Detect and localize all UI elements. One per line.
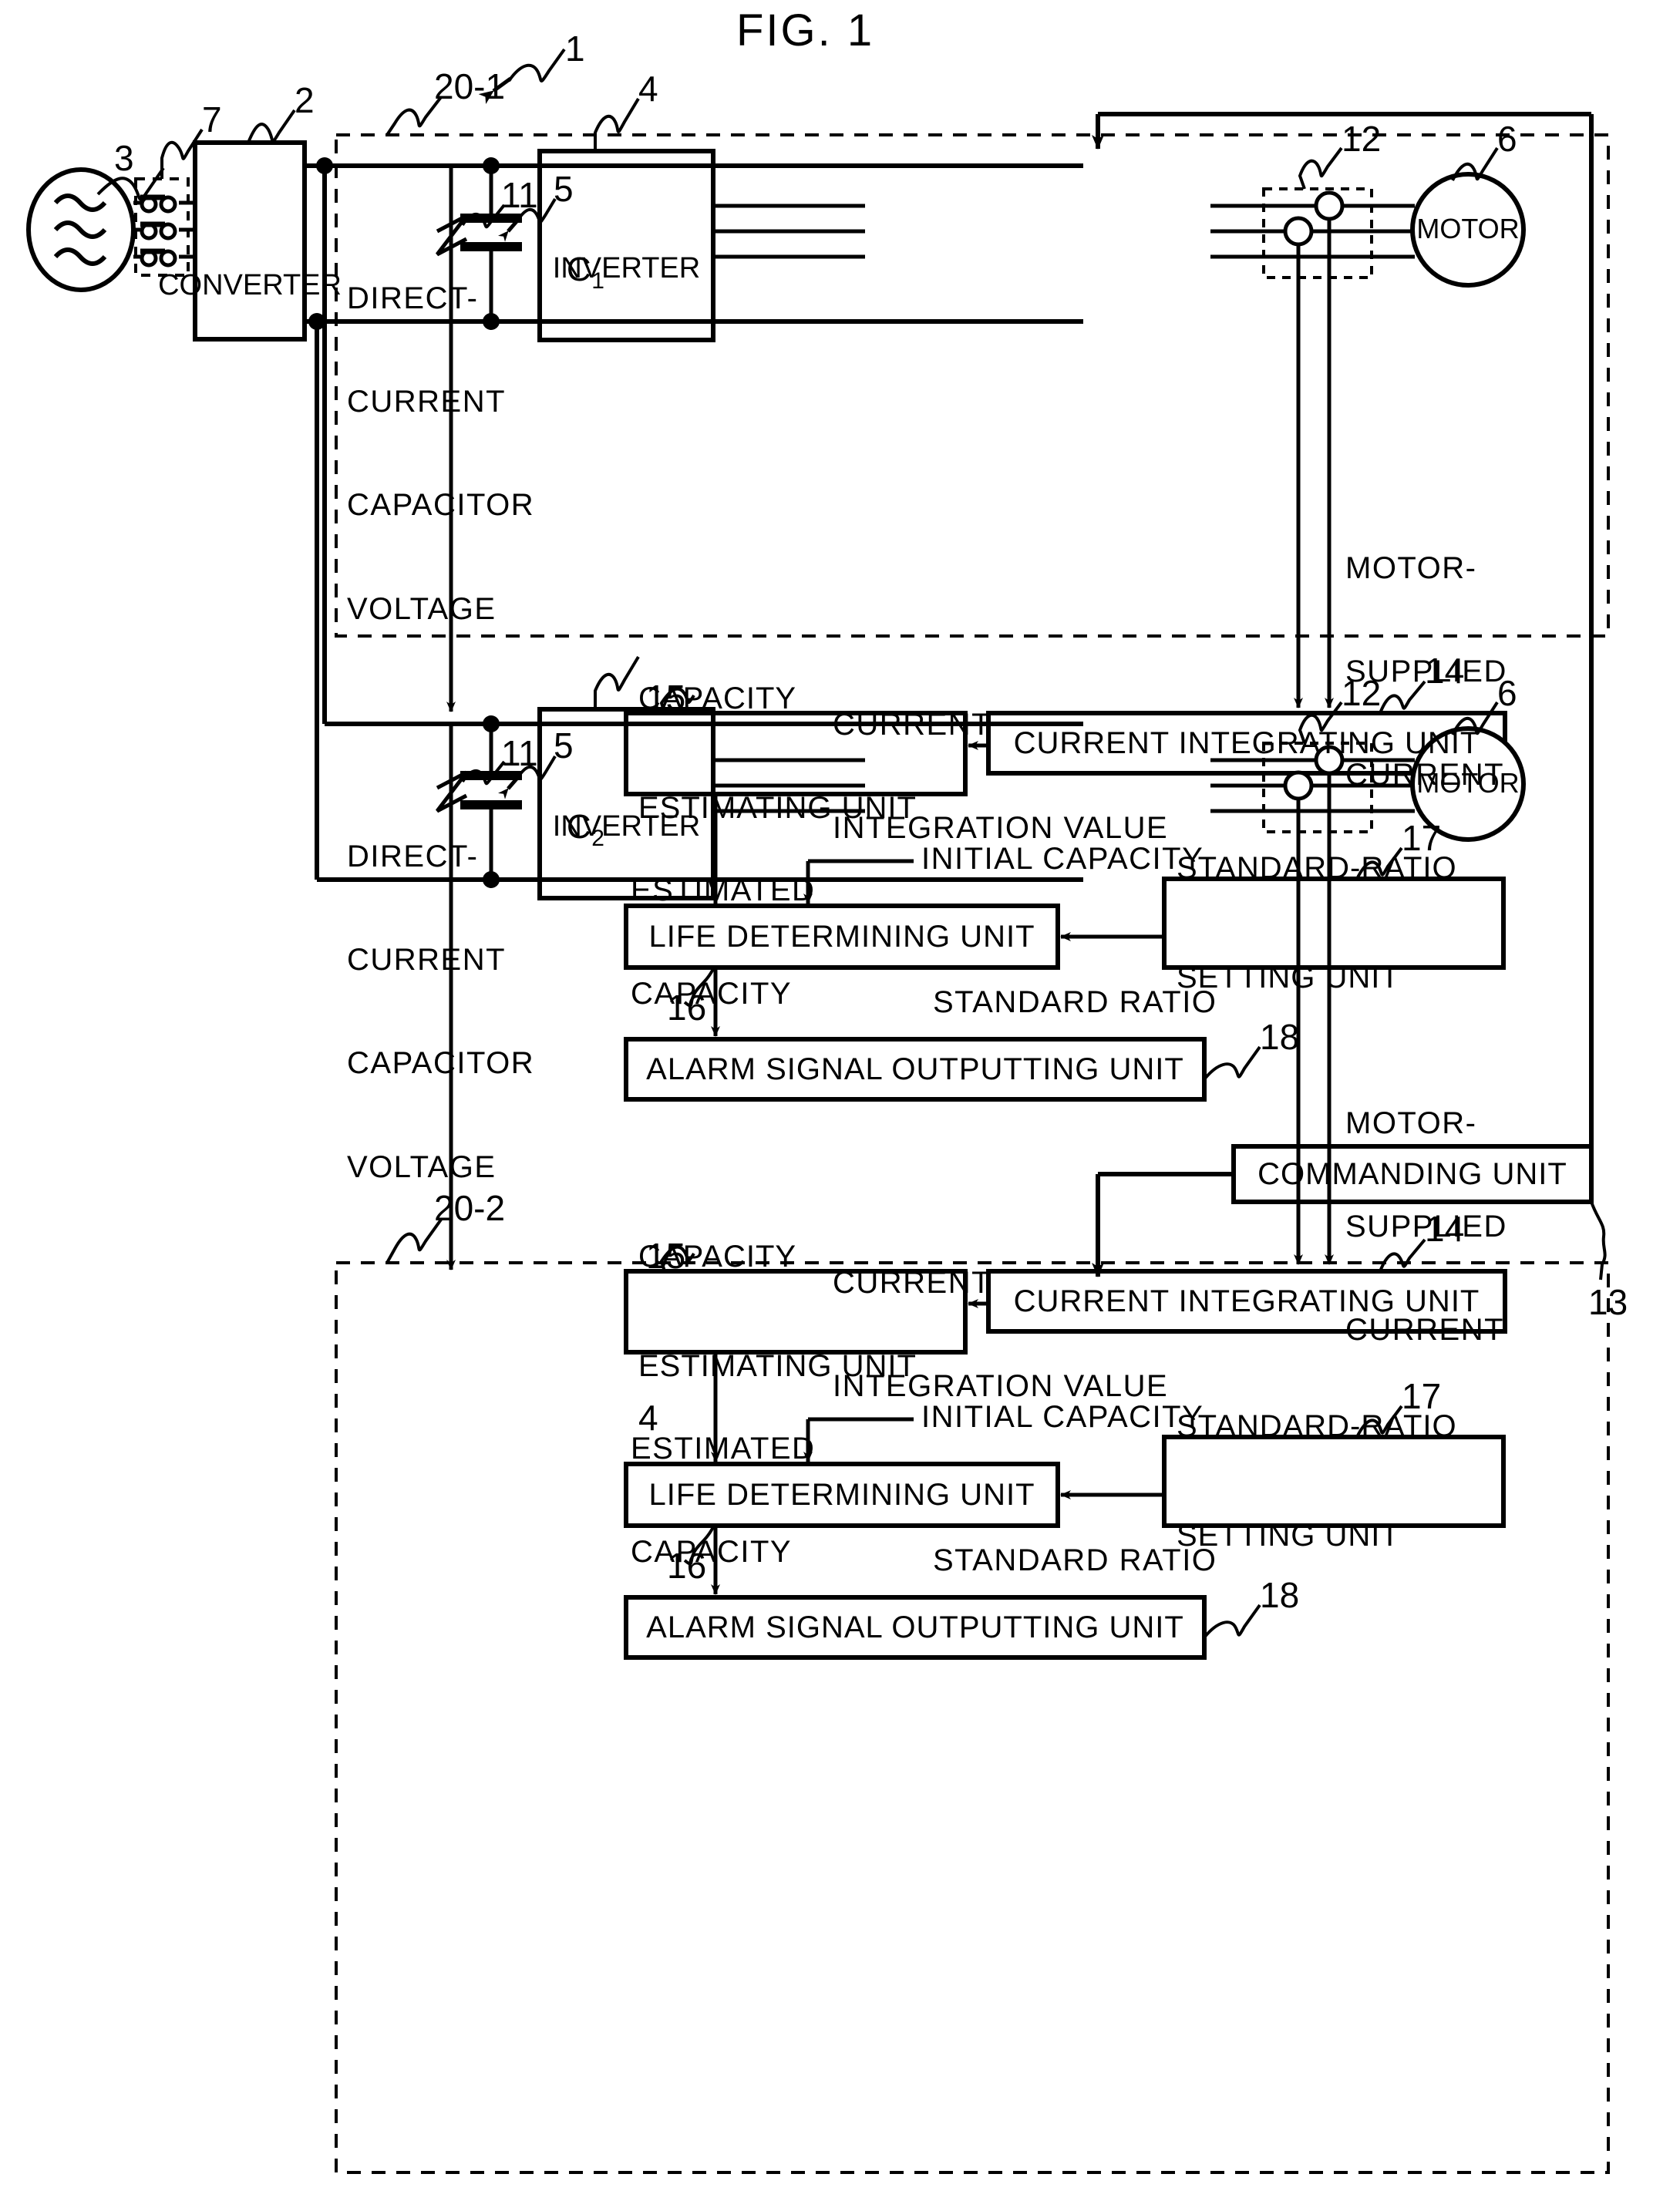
ref-11-voltage-tap-2: 11 — [501, 733, 538, 773]
standard-ratio-setting-unit-label-2-line2: SETTING UNIT — [1177, 1518, 1400, 1553]
figure-title: FIG. 1 — [736, 5, 875, 56]
standard-ratio-label-2: STANDARD RATIO — [933, 1543, 1217, 1577]
ref-3-ac-source: 3 — [114, 138, 134, 178]
dc-capacitor-voltage-label-2: DIRECT- CURRENT CAPACITOR VOLTAGE — [347, 839, 535, 1184]
initial-capacity-label-2: INITIAL CAPACITY — [921, 1400, 1204, 1434]
ref-12-current-sensor-1: 12 — [1342, 119, 1382, 159]
dc-capacitor-voltage-label-1: DIRECT- CURRENT CAPACITOR VOLTAGE — [347, 281, 535, 626]
ref-6-motor-1: 6 — [1497, 119, 1517, 159]
standard-ratio-label-1: STANDARD RATIO — [933, 985, 1217, 1019]
ref-20-1: 20-1 — [434, 66, 506, 106]
standard-ratio-setting-unit-label-line2: SETTING UNIT — [1177, 960, 1400, 994]
motor-label-1: MOTOR — [1416, 213, 1520, 244]
estimated-capacity-label-2: ESTIMATED CAPACITY — [631, 1431, 816, 1569]
motor-supplied-current-label-1: MOTOR- SUPPLIED CURRENT — [1345, 550, 1507, 793]
ref-11-voltage-tap-1: 11 — [501, 175, 538, 215]
capacitor-label-1: C1 — [566, 251, 605, 294]
motor-supplied-current-label-2: MOTOR- SUPPLIED CURRENT — [1345, 1106, 1507, 1348]
estimated-capacity-label-1: ESTIMATED CAPACITY — [631, 873, 816, 1011]
ref-1: 1 — [565, 29, 585, 69]
ref-7-contactor: 7 — [202, 99, 222, 140]
capacitor-label-2: C2 — [566, 808, 605, 852]
ref-2-converter: 2 — [295, 80, 315, 120]
ref-13-commanding-unit: 13 — [1588, 1282, 1628, 1322]
converter-label: CONVERTER — [158, 269, 342, 301]
patent-figure-page: FIG. 1 1 2 3 7 20-1 4 11 5 12 6 15 14 17… — [0, 0, 1680, 2211]
initial-capacity-label-1: INITIAL CAPACITY — [921, 842, 1204, 876]
ref-4-inverter-1: 4 — [638, 69, 658, 109]
